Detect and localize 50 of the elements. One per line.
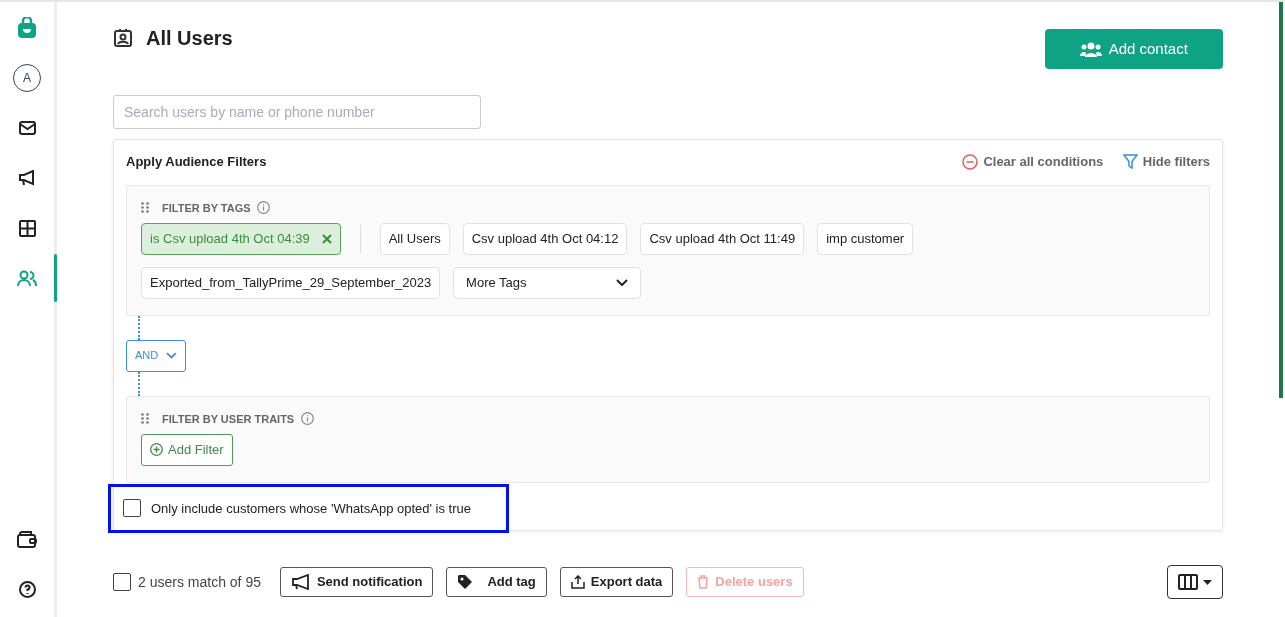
export-data-button[interactable]: Export data (559, 567, 674, 597)
filter-icon (1122, 154, 1138, 170)
plus-circle-icon (150, 443, 163, 456)
caret-icon (1203, 579, 1212, 585)
add-tag-button[interactable]: Add tag (446, 567, 547, 597)
search-field[interactable]: Search users by name or phone number (113, 95, 481, 129)
tag-chip[interactable]: imp customer (817, 222, 914, 255)
shopping-bag-logo-icon[interactable] (17, 17, 37, 39)
grid-icon[interactable] (18, 219, 36, 237)
megaphone-icon (290, 574, 311, 590)
whatsapp-option-label: Only include customers whose 'WhatsApp opted' is true (151, 499, 471, 518)
columns-dropdown[interactable] (1167, 565, 1223, 599)
page-title: All Users (146, 25, 233, 51)
match-count: 2 users match of 95 (138, 572, 261, 592)
more-tags-dropdown[interactable]: More Tags (453, 266, 642, 299)
contact-card-icon (113, 27, 133, 48)
trash-icon (697, 575, 710, 589)
clear-conditions-link[interactable]: Clear all conditions (962, 152, 1104, 172)
drag-handle-icon[interactable] (141, 413, 149, 425)
info-icon[interactable] (257, 201, 271, 215)
filters-heading: Apply Audience Filters (126, 153, 267, 171)
wallet-icon[interactable] (17, 530, 37, 548)
chevron-down-icon (166, 352, 177, 359)
close-icon[interactable] (321, 233, 332, 244)
tag-chip[interactable]: All Users (379, 222, 450, 255)
upload-icon (570, 575, 585, 589)
mail-icon[interactable] (18, 121, 36, 135)
megaphone-icon[interactable] (18, 170, 36, 186)
add-filter-button[interactable]: Add Filter (141, 433, 233, 466)
scrollbar-thumb[interactable] (1279, 2, 1283, 398)
operator-dropdown[interactable]: AND (126, 339, 186, 372)
send-notification-button[interactable]: Send notification (279, 567, 434, 597)
checkbox[interactable] (123, 499, 141, 518)
users-icon[interactable] (17, 269, 37, 287)
hide-filters-link[interactable]: Hide filters (1122, 152, 1210, 172)
tag-chip[interactable]: is Csv upload 4th Oct 04:39 (141, 222, 341, 255)
columns-icon (1178, 574, 1198, 590)
tag-icon (457, 574, 474, 590)
section-label: FILTER BY USER TRAITS (162, 411, 295, 427)
select-all-checkbox[interactable] (113, 573, 131, 591)
drag-handle-icon[interactable] (141, 202, 149, 214)
tag-chip[interactable]: Exported_from_TallyPrime_29_September_2023 (141, 266, 441, 299)
tag-chip[interactable]: Csv upload 4th Oct 04:12 (462, 222, 628, 255)
users-icon (1080, 41, 1103, 57)
chevron-down-icon (616, 279, 629, 286)
minus-circle-icon (962, 153, 979, 170)
info-icon[interactable] (300, 412, 314, 426)
section-label: FILTER BY TAGS (162, 200, 251, 216)
help-icon[interactable] (18, 580, 36, 598)
tag-chip[interactable]: Csv upload 4th Oct 11:49 (640, 222, 805, 255)
